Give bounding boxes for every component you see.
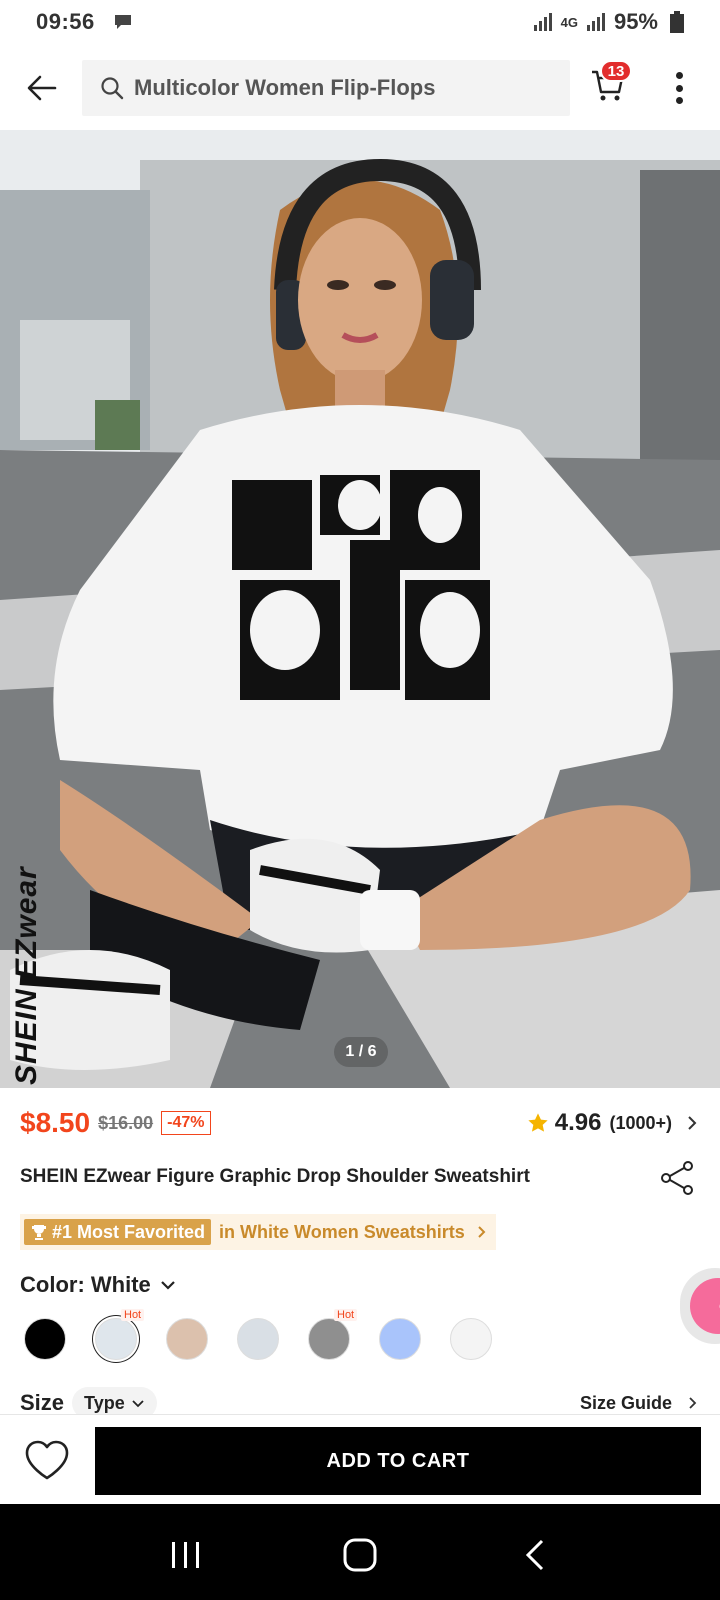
more-dot-icon xyxy=(675,97,683,104)
current-price: $8.50 xyxy=(20,1107,91,1138)
size-type-label: Type xyxy=(84,1392,125,1413)
product-image-carousel[interactable] xyxy=(0,130,720,1088)
color-selector-label[interactable]: Color: White xyxy=(20,1272,177,1298)
heart-icon xyxy=(25,1440,69,1480)
status-time: 09:56 xyxy=(36,9,95,34)
rating-score: 4.96 xyxy=(554,1109,602,1136)
color-swatch[interactable] xyxy=(237,1318,279,1360)
color-swatch[interactable] xyxy=(166,1318,208,1360)
color-swatch[interactable] xyxy=(24,1318,66,1360)
search-bar[interactable]: Multicolor Women Flip-Flops xyxy=(82,60,570,116)
arrow-left-icon xyxy=(27,75,57,101)
cart-count-badge: 13 xyxy=(600,60,632,82)
battery-icon xyxy=(670,11,684,33)
back-nav-icon[interactable] xyxy=(516,1538,556,1572)
size-label: Size xyxy=(20,1390,65,1415)
color-swatch[interactable] xyxy=(95,1318,137,1360)
size-guide-label: Size Guide xyxy=(579,1392,672,1413)
size-guide-link[interactable]: Size Guide xyxy=(580,1393,700,1414)
color-swatch[interactable] xyxy=(450,1318,492,1360)
ranking-banner[interactable]: #1 Most Favorited in White Women Sweatsh… xyxy=(20,1214,496,1250)
product-photo xyxy=(0,130,720,1088)
color-swatch[interactable] xyxy=(379,1318,421,1360)
image-counter: 1 / 6 xyxy=(334,1037,388,1067)
more-options-button[interactable] xyxy=(664,70,694,106)
search-query-text: Multicolor Women Flip-Flops xyxy=(134,75,436,100)
price-row: $8.50 $16.00 -47% 4.96 (1000+) xyxy=(20,1105,700,1141)
hot-tag: Hot xyxy=(121,1309,145,1321)
signal-icon-2 xyxy=(586,13,605,31)
color-swatch[interactable] xyxy=(308,1318,350,1360)
rank-badge-text: #1 Most Favorited xyxy=(52,1221,206,1242)
battery-level: 95% xyxy=(613,9,658,34)
floating-button-inner: ⊕ xyxy=(690,1278,720,1334)
chevron-right-icon xyxy=(478,1226,486,1238)
brand-watermark: SHEIN EZwear xyxy=(10,866,43,1085)
status-indicators: 4G 95% xyxy=(533,9,684,35)
back-button[interactable] xyxy=(22,68,62,108)
rank-badge: #1 Most Favorited xyxy=(24,1219,212,1245)
rating-summary[interactable]: 4.96 (1000+) xyxy=(527,1109,700,1137)
chat-notification-icon xyxy=(114,15,131,29)
color-label-text: Color: White xyxy=(20,1272,151,1297)
trophy-icon xyxy=(32,1225,46,1240)
share-icon xyxy=(661,1161,693,1195)
status-bar: 09:56 4G 95% xyxy=(0,0,720,44)
star-icon xyxy=(528,1113,548,1132)
product-title: SHEIN EZwear Figure Graphic Drop Shoulde… xyxy=(20,1166,530,1187)
bottom-action-bar: ADD TO CART xyxy=(0,1414,720,1502)
chevron-right-icon xyxy=(689,1397,697,1409)
share-button[interactable] xyxy=(660,1160,696,1196)
original-price: $16.00 xyxy=(98,1112,154,1133)
color-swatches: Hot Hot xyxy=(24,1309,544,1362)
system-navigation-bar xyxy=(0,1504,720,1600)
hot-tag: Hot xyxy=(334,1309,358,1321)
floating-action-button[interactable]: ⊕ xyxy=(680,1268,720,1344)
rating-count: (1000+) xyxy=(609,1112,672,1133)
recent-apps-icon[interactable] xyxy=(166,1538,206,1572)
home-icon[interactable] xyxy=(340,1538,380,1572)
chevron-down-icon xyxy=(132,1400,144,1408)
network-type: 4G xyxy=(560,14,578,30)
add-to-cart-button[interactable]: ADD TO CART xyxy=(95,1427,701,1495)
discount-badge: -47% xyxy=(161,1111,211,1135)
rank-category-text: in White Women Sweatshirts xyxy=(219,1221,465,1242)
chevron-down-icon xyxy=(160,1281,175,1290)
wishlist-button[interactable] xyxy=(24,1439,70,1481)
top-header: Multicolor Women Flip-Flops 13 xyxy=(0,60,720,116)
search-icon xyxy=(101,77,124,100)
chevron-right-icon xyxy=(688,1116,697,1130)
signal-icon xyxy=(533,13,552,31)
more-dot-icon xyxy=(675,84,683,92)
more-dot-icon xyxy=(675,72,683,79)
